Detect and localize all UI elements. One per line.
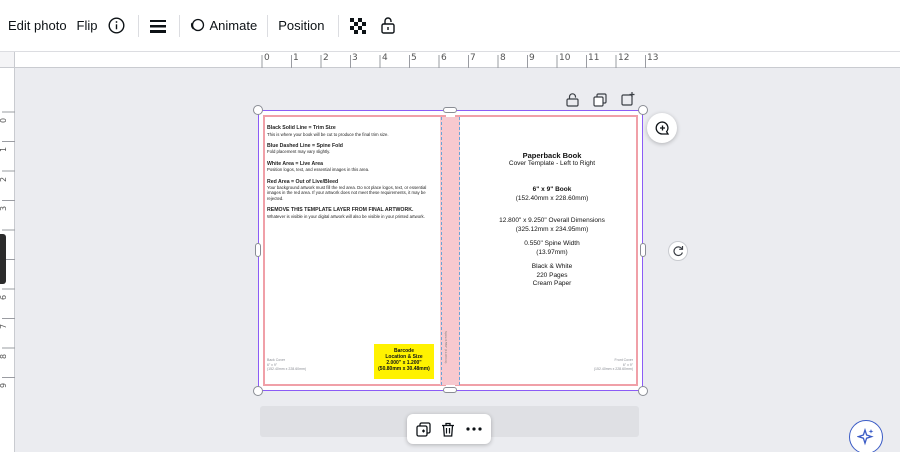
horizontal-ruler: 0 1 2 3 4 5 6 7 8 9 10 11 12 13 bbox=[0, 52, 900, 68]
instruction-body: Position logos, text, and essential imag… bbox=[267, 167, 370, 173]
add-comment-button[interactable] bbox=[647, 113, 677, 143]
rotate-button[interactable] bbox=[668, 241, 688, 261]
ruler-label: 2 bbox=[0, 177, 8, 182]
spine-fold-line-left bbox=[441, 117, 442, 385]
back-cover-instructions: Black Solid Line = Trim Size This is whe… bbox=[267, 125, 432, 219]
spine-fold-line-right bbox=[459, 117, 460, 385]
design-page[interactable]: Black Solid Line = Trim Size This is whe… bbox=[258, 110, 643, 391]
rotate-icon bbox=[673, 246, 684, 257]
overall-dimensions: 12.800" x 9.250" Overall Dimensions bbox=[499, 217, 605, 225]
back-cover-note: Back Cover 6" x 9" (152.40mm x 228.60mm) bbox=[267, 358, 306, 372]
animate-label: Animate bbox=[209, 18, 258, 33]
comment-icon bbox=[655, 120, 669, 135]
resize-handle-left[interactable] bbox=[255, 243, 261, 257]
unlock-icon[interactable] bbox=[379, 17, 397, 35]
instruction-body: Fold placement may vary slightly. bbox=[267, 149, 331, 155]
ruler-label: 10 bbox=[559, 53, 571, 63]
instruction-body: Whatever is visible in your digital artw… bbox=[267, 213, 425, 219]
note-line: (152.40mm x 228.60mm) bbox=[267, 367, 307, 372]
toolbar-divider bbox=[178, 14, 180, 37]
scrollbar[interactable] bbox=[884, 68, 900, 452]
ruler-label: 0 bbox=[264, 53, 270, 63]
ruler-label: 8 bbox=[500, 53, 506, 63]
ruler-label: 6 bbox=[0, 295, 8, 300]
ruler-label: 1 bbox=[0, 147, 8, 152]
page-count: 220 Pages bbox=[536, 271, 568, 279]
ruler-label: 12 bbox=[618, 53, 630, 63]
instruction-heading: REMOVE THIS TEMPLATE LAYER FROM FINAL AR… bbox=[267, 207, 414, 214]
instruction-body: Your background artwork must fill the re… bbox=[267, 185, 427, 201]
animate-icon bbox=[190, 18, 205, 33]
side-panel-toggle[interactable] bbox=[0, 234, 6, 284]
info-icon[interactable] bbox=[108, 17, 126, 35]
duplicate-icon[interactable] bbox=[416, 421, 431, 437]
ruler-label: 1 bbox=[293, 53, 299, 63]
ruler-label: 7 bbox=[0, 324, 8, 329]
ruler-label: 3 bbox=[352, 53, 358, 63]
cover-title: Paperback Book bbox=[522, 151, 582, 160]
resize-handle-bottom[interactable] bbox=[443, 387, 457, 393]
resize-handle-top-right[interactable] bbox=[638, 105, 648, 115]
horizontal-ruler-ticks bbox=[261, 55, 646, 68]
transparency-icon[interactable] bbox=[349, 17, 367, 35]
ruler-label: 9 bbox=[0, 383, 8, 388]
front-cover-note: Front Cover 6" x 9" (152.40mm x 228.60mm… bbox=[579, 358, 633, 372]
ruler-label: 5 bbox=[411, 53, 417, 63]
front-cover-info: Paperback Book Cover Template - Left to … bbox=[469, 151, 635, 288]
ruler-corner bbox=[0, 52, 15, 68]
ruler-label: 7 bbox=[470, 53, 476, 63]
toolbar-divider bbox=[267, 14, 269, 37]
note-line: (152.40mm x 228.60mm) bbox=[593, 367, 633, 372]
interior-color: Black & White bbox=[531, 263, 573, 271]
book-size: 6" x 9" Book bbox=[532, 186, 572, 194]
toolbar: Edit photo Flip Animate Position bbox=[0, 0, 900, 52]
barcode-area: Barcode Location & Size 2.000" x 1.200" … bbox=[374, 344, 434, 379]
ruler-label: 11 bbox=[588, 53, 600, 63]
ruler-label: 8 bbox=[0, 354, 8, 359]
ruler-label: 9 bbox=[529, 53, 535, 63]
ruler-label: 13 bbox=[647, 53, 659, 63]
flip-button[interactable]: Flip bbox=[77, 10, 98, 42]
add-page-icon[interactable] bbox=[619, 90, 637, 108]
element-actions-bar bbox=[407, 414, 491, 444]
sparkle-icon bbox=[857, 428, 874, 446]
position-button[interactable]: Position bbox=[278, 10, 324, 42]
animate-button[interactable]: Animate bbox=[190, 10, 258, 42]
trash-icon[interactable] bbox=[441, 422, 455, 437]
instruction-body: This is where your book will be cut to p… bbox=[267, 131, 389, 137]
magic-assistant-button[interactable] bbox=[849, 420, 883, 452]
book-size-mm: (152.40mm x 228.60mm) bbox=[515, 194, 589, 202]
spine-width-mm: (13.97mm) bbox=[536, 248, 568, 256]
resize-handle-bottom-right[interactable] bbox=[638, 386, 648, 396]
ruler-label: 6 bbox=[441, 53, 447, 63]
resize-handle-bottom-left[interactable] bbox=[253, 386, 263, 396]
page-lock-icon[interactable] bbox=[563, 91, 581, 109]
duplicate-page-icon[interactable] bbox=[591, 91, 609, 109]
resize-handle-top-left[interactable] bbox=[253, 105, 263, 115]
toolbar-divider bbox=[338, 14, 340, 37]
ruler-label: 2 bbox=[323, 53, 329, 63]
spine-area bbox=[440, 117, 460, 385]
ruler-label: 3 bbox=[0, 206, 8, 211]
cover-subtitle: Cover Template - Left to Right bbox=[508, 160, 596, 167]
toolbar-divider bbox=[137, 14, 139, 37]
ruler-label: 4 bbox=[382, 53, 388, 63]
ruler-label: 0 bbox=[0, 118, 8, 123]
resize-handle-right[interactable] bbox=[640, 243, 646, 257]
spine-label: Spine 0.550" (13.97mm) bbox=[444, 331, 448, 364]
paper-type: Cream Paper bbox=[532, 279, 572, 287]
resize-handle-top[interactable] bbox=[443, 107, 457, 113]
barcode-line: (50.80mm x 30.48mm) bbox=[378, 366, 430, 372]
overall-dimensions-mm: (325.12mm x 234.95mm) bbox=[515, 225, 589, 233]
spine-width: 0.550" Spine Width bbox=[524, 240, 580, 248]
border-style-icon[interactable] bbox=[149, 17, 167, 35]
more-options-icon[interactable] bbox=[466, 427, 482, 431]
edit-photo-button[interactable]: Edit photo bbox=[8, 10, 67, 42]
